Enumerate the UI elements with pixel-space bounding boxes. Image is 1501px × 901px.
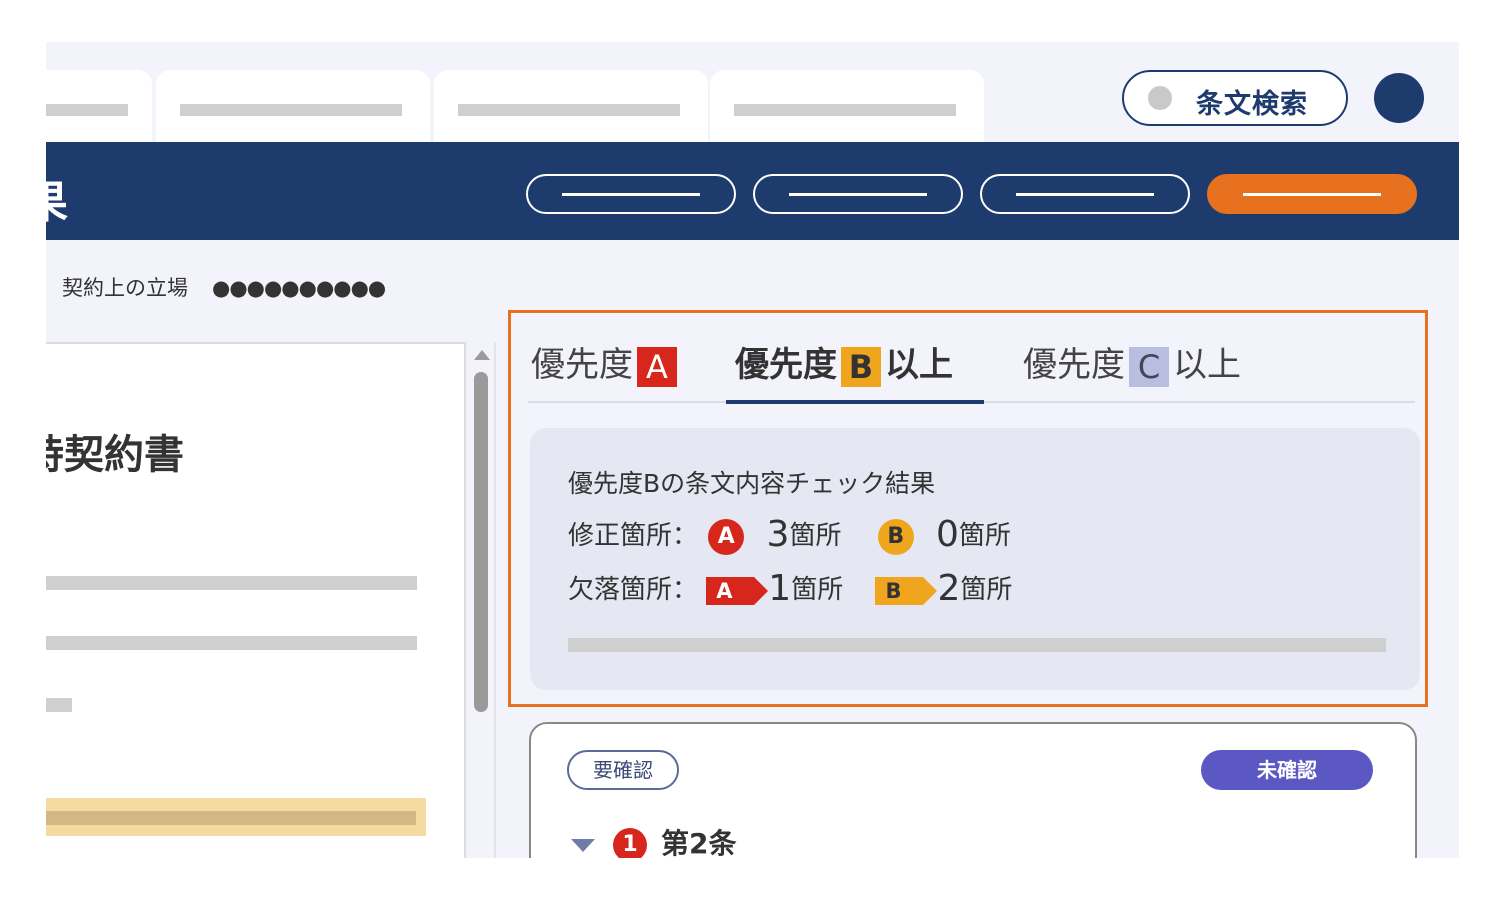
clause-card[interactable]: 要確認 未確認 1 第2条 xyxy=(529,722,1417,858)
priority-a-flag-icon: A xyxy=(706,576,769,605)
tab-priority-c[interactable]: 優先度 C 以上 xyxy=(1023,337,1241,387)
clause-heading[interactable]: 1 第2条 xyxy=(571,822,736,858)
button-label-placeholder xyxy=(1016,193,1154,196)
unit-label: 箇所 xyxy=(960,575,1013,605)
button-label-placeholder xyxy=(1243,193,1381,196)
page-header: 果 xyxy=(46,142,1459,240)
priority-c-badge: C xyxy=(1129,346,1169,387)
missing-label: 欠落箇所： xyxy=(568,575,699,605)
fix-a-count: 3 xyxy=(766,514,790,555)
tab-label: 優先度 xyxy=(735,345,837,385)
missing-count-row: 欠落箇所： A 1箇所 B 2箇所 xyxy=(568,568,1012,609)
scroll-up-arrow-icon[interactable] xyxy=(474,350,490,360)
check-result-summary: 優先度Bの条文内容チェック結果 修正箇所： A 3箇所 B 0箇所 欠落箇所： … xyxy=(530,428,1420,690)
tab-suffix: 以上 xyxy=(885,345,953,385)
summary-placeholder-line xyxy=(568,638,1386,652)
priority-b-circle-icon: B xyxy=(877,518,914,555)
tab-2[interactable] xyxy=(156,70,430,142)
document-title: 持契約書 xyxy=(46,432,184,478)
priority-a-circle-icon: A xyxy=(708,518,745,555)
priority-panel: 優先度 A 優先度 B 以上 優先度 C 以上 優先度Bの条文内容チェック結果 修正箇所：… xyxy=(508,310,1428,707)
unit-label: 箇所 xyxy=(791,575,844,605)
user-avatar[interactable] xyxy=(1374,73,1424,123)
header-button-2[interactable] xyxy=(753,174,963,214)
scrollbar-thumb[interactable] xyxy=(474,372,488,712)
unit-label: 箇所 xyxy=(789,521,842,551)
fix-b-count: 0 xyxy=(936,514,959,555)
stance-value: ●●●●●●●●●● xyxy=(212,276,386,300)
highlighted-text-line xyxy=(46,811,416,825)
tab-label-placeholder xyxy=(734,104,956,116)
unchecked-status-badge[interactable]: 未確認 xyxy=(1201,750,1373,790)
active-tab-indicator xyxy=(726,400,984,404)
header-button-3[interactable] xyxy=(980,174,1190,214)
clause-search-button[interactable]: 条文検索 xyxy=(1122,70,1348,126)
tab-label-placeholder xyxy=(46,104,128,116)
tab-4[interactable] xyxy=(710,70,984,142)
tab-priority-b[interactable]: 優先度 B 以上 xyxy=(735,337,953,387)
document-panel: 持契約書 xyxy=(46,342,466,858)
tab-label-placeholder xyxy=(458,104,680,116)
priority-b-badge: B xyxy=(841,346,881,387)
fix-label: 修正箇所： xyxy=(568,521,699,551)
page-title: 果 xyxy=(46,166,68,230)
clause-title: 第2条 xyxy=(661,827,737,858)
priority-a-badge: A xyxy=(637,346,677,387)
tab-3[interactable] xyxy=(434,70,708,142)
document-text-line xyxy=(46,576,417,590)
priority-b-flag-icon: B xyxy=(875,576,938,605)
search-dot-icon xyxy=(1148,86,1172,110)
tab-1[interactable] xyxy=(46,70,152,142)
needs-check-chip: 要確認 xyxy=(567,750,679,790)
tab-label: 優先度 xyxy=(1023,345,1125,385)
scrollbar-track xyxy=(494,342,496,858)
clause-number-badge: 1 xyxy=(613,828,647,858)
tab-priority-a[interactable]: 優先度 A xyxy=(531,337,681,387)
tab-label-placeholder xyxy=(180,104,402,116)
contract-stance: 契約上の立場 ●●●●●●●●●● xyxy=(62,272,386,302)
missing-b-count: 2 xyxy=(937,568,961,609)
button-label-placeholder xyxy=(562,193,700,196)
document-text-line xyxy=(46,636,417,650)
highlighted-clause[interactable] xyxy=(46,798,426,836)
app-window: 条文検索 果 契約上の立場●●●●●●●●●● 持契約書 優先度A 優先度B以上… xyxy=(46,42,1459,858)
unit-label: 箇所 xyxy=(958,521,1011,551)
expand-triangle-icon[interactable] xyxy=(571,838,595,852)
header-primary-button[interactable] xyxy=(1207,174,1417,214)
tab-suffix: 以上 xyxy=(1173,345,1241,385)
tab-label: 優先度 xyxy=(531,345,633,385)
stance-label: 契約上の立場 xyxy=(62,276,188,300)
missing-a-count: 1 xyxy=(768,568,792,609)
header-button-1[interactable] xyxy=(526,174,736,214)
button-label-placeholder xyxy=(789,193,927,196)
document-text-line xyxy=(46,698,72,712)
fix-count-row: 修正箇所： A 3箇所 B 0箇所 xyxy=(568,514,1011,555)
summary-title: 優先度Bの条文内容チェック結果 xyxy=(568,469,936,498)
clause-search-label: 条文検索 xyxy=(1196,89,1308,120)
